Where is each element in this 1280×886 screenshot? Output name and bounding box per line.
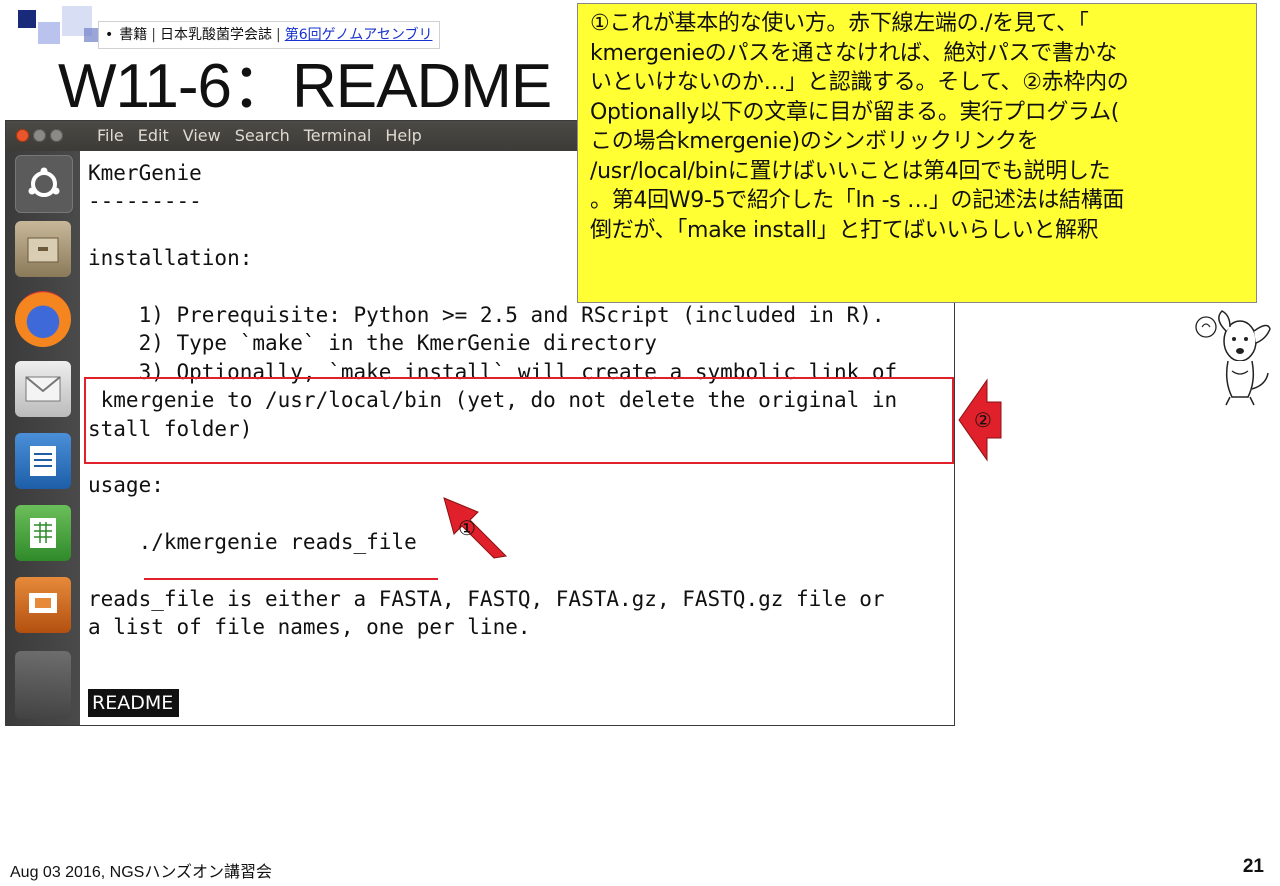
page-number: 21 — [1242, 856, 1264, 877]
file-manager-icon[interactable] — [15, 221, 71, 277]
workspace-switcher-icon[interactable] — [15, 651, 71, 719]
minimize-window-button[interactable] — [33, 129, 46, 142]
pager-status-bar: README — [88, 689, 180, 717]
menu-terminal[interactable]: Terminal — [297, 121, 379, 151]
breadcrumb-item-journal: 日本乳酸菌学会誌 — [159, 27, 272, 43]
terminal-line: ./kmergenie reads_file — [88, 530, 417, 555]
ubuntu-dash-icon[interactable] — [15, 155, 73, 213]
writer-icon[interactable] — [15, 433, 71, 489]
mail-icon[interactable] — [15, 361, 71, 417]
annotation-line: いといけないのか…」と認識する。そして、②赤枠内の — [590, 70, 1129, 95]
terminal-line: reads_file is either a FASTA, FASTQ, FAS… — [88, 586, 885, 611]
breadcrumb-bullet: • — [105, 27, 114, 43]
slide-title: W11-6：README — [58, 52, 552, 121]
decor-square — [18, 10, 36, 28]
breadcrumb-separator: | — [275, 27, 281, 43]
annotation-line: Optionally以下の文章に目が留まる。実行プログラム( — [590, 99, 1120, 125]
menu-file[interactable]: File — [90, 121, 131, 151]
decor-square — [84, 28, 98, 42]
presentation-icon[interactable] — [15, 577, 71, 633]
annotation-callout: ①これが基本的な使い方。赤下線左端の./を見て、「 kmergenieのパスを通… — [577, 3, 1257, 303]
annotation-line: この場合kmergenie)のシンボリックリンクを — [590, 129, 1039, 154]
breadcrumb-link-genome-assembly[interactable]: 第6回ゲノムアセンブリ — [285, 27, 433, 43]
terminal-menu-bar: File Edit View Search Terminal Help — [90, 121, 429, 151]
decor-square — [38, 22, 60, 44]
marker-one: ① — [458, 516, 476, 540]
breadcrumb-item-books: 書籍 — [119, 27, 148, 43]
annotation-line: kmergenieのパスを通さなければ、絶対パスで書かな — [590, 40, 1118, 66]
annotation-line: 。第4回W9-5で紹介した「ln -s …」の記述法は結構面 — [590, 188, 1125, 213]
menu-search[interactable]: Search — [228, 121, 297, 151]
annotation-line: /usr/local/binに置けばいいことは第4回でも説明した — [590, 158, 1111, 184]
dog-mascot-icon — [1195, 310, 1271, 406]
marker-two: ② — [974, 408, 992, 432]
close-window-button[interactable] — [16, 129, 29, 142]
menu-help[interactable]: Help — [378, 121, 428, 151]
slide-footer: Aug 03 2016, NGSハンズオン講習会 — [10, 864, 272, 881]
breadcrumb: • 書籍 | 日本乳酸菌学会誌 | 第6回ゲノムアセンブリ — [98, 21, 440, 49]
maximize-window-button[interactable] — [50, 129, 63, 142]
spreadsheet-icon[interactable] — [15, 505, 71, 561]
menu-view[interactable]: View — [176, 121, 228, 151]
breadcrumb-separator: | — [151, 27, 156, 43]
terminal-line: usage: — [88, 473, 164, 498]
terminal-line: a list of file names, one per line. — [88, 615, 531, 640]
highlight-underline-usage — [144, 578, 438, 580]
terminal-line: 2) Type `make` in the KmerGenie director… — [88, 331, 657, 356]
unity-launcher — [6, 151, 80, 725]
firefox-icon[interactable] — [15, 291, 71, 347]
annotation-line: ①これが基本的な使い方。赤下線左端の./を見て、「 — [590, 11, 1089, 36]
annotation-line: 倒だが、「make install」と打てばいいらしいと解釈 — [590, 217, 1099, 243]
highlight-box-optional-install — [84, 377, 954, 464]
menu-edit[interactable]: Edit — [131, 121, 176, 151]
terminal-line: 1) Prerequisite: Python >= 2.5 and RScri… — [88, 302, 885, 327]
